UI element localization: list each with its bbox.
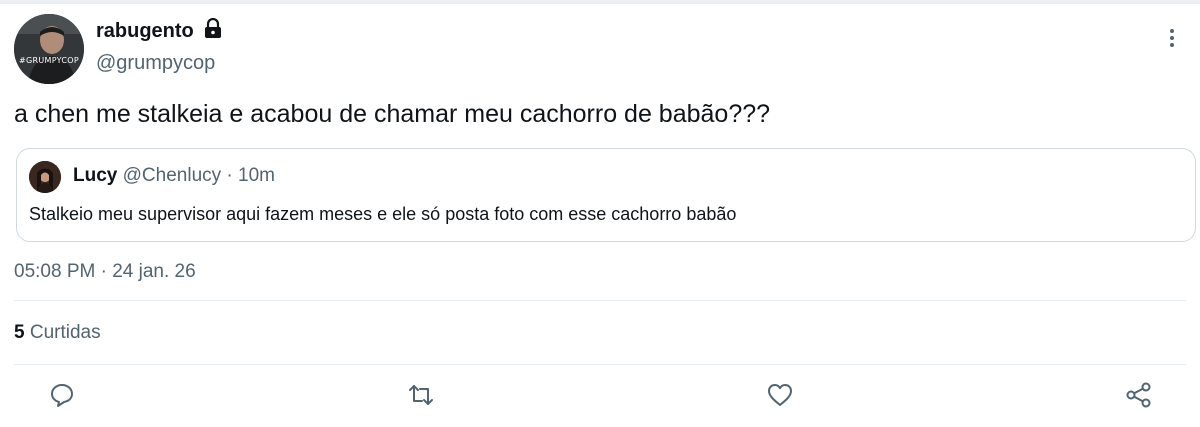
quote-header: Lucy @Chenlucy · 10m xyxy=(73,165,275,187)
author-handle[interactable]: @grumpycop xyxy=(96,52,222,75)
divider xyxy=(14,300,1186,301)
quote-author-name: Lucy xyxy=(73,165,118,186)
author-names: rabugento @grumpycop xyxy=(96,17,222,75)
divider xyxy=(14,364,1186,365)
tweet-header: #GRUMPYCOP rabugento @grumpycop xyxy=(14,14,1186,86)
top-border xyxy=(0,0,1200,4)
quote-avatar xyxy=(29,161,61,193)
tweet-text: a chen me stalkeia e acabou de chamar me… xyxy=(14,100,771,128)
quote-handle-time: @Chenlucy · 10m xyxy=(122,165,275,186)
tweet-timestamp[interactable]: 05:08 PM · 24 jan. 26 xyxy=(14,261,196,283)
likes-stat[interactable]: 5 Curtidas xyxy=(14,322,101,344)
avatar-image xyxy=(14,14,84,84)
avatar-caption: #GRUMPYCOP xyxy=(18,56,80,65)
author-display-name[interactable]: rabugento xyxy=(96,20,194,43)
quoted-tweet[interactable]: Lucy @Chenlucy · 10m Stalkeio meu superv… xyxy=(16,148,1196,242)
lock-icon xyxy=(204,17,222,43)
more-vertical-icon[interactable] xyxy=(1162,26,1182,50)
reply-icon[interactable] xyxy=(47,380,77,410)
likes-label: Curtidas xyxy=(29,322,101,343)
likes-count: 5 xyxy=(14,322,25,343)
retweet-icon[interactable] xyxy=(406,380,436,410)
share-icon[interactable] xyxy=(1124,380,1154,410)
quote-text: Stalkeio meu supervisor aqui fazem meses… xyxy=(29,204,737,224)
heart-icon[interactable] xyxy=(765,380,795,410)
author-avatar[interactable]: #GRUMPYCOP xyxy=(14,14,84,84)
